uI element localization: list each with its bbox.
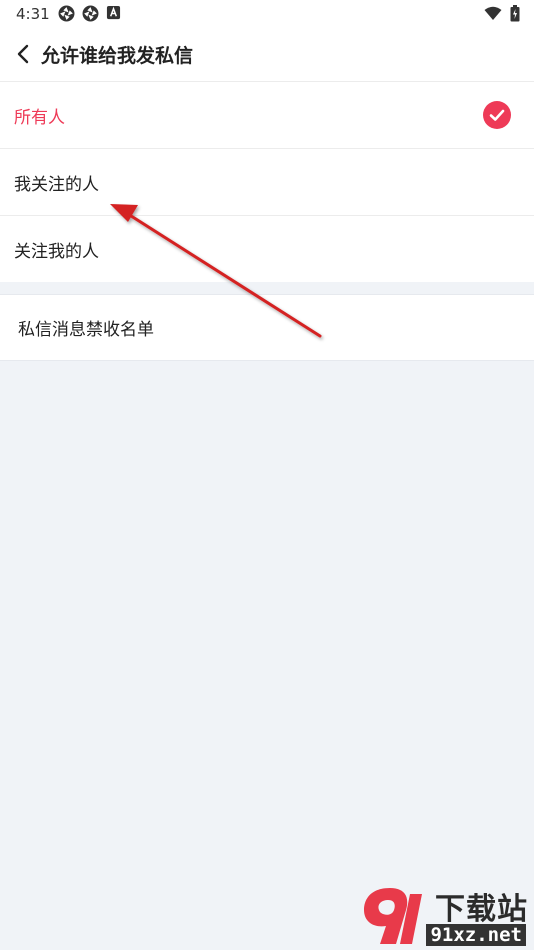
battery-icon: [510, 5, 520, 22]
status-time: 4:31: [16, 5, 50, 23]
option-everyone[interactable]: 所有人: [0, 82, 534, 149]
option-label: 我关注的人: [14, 174, 99, 195]
notification-app-icon: [58, 5, 75, 22]
notification-app-icon: [82, 5, 99, 22]
site-logo-icon: [364, 888, 422, 944]
option-my-followers[interactable]: 关注我的人: [0, 216, 534, 282]
permission-options: 所有人 我关注的人 关注我的人: [0, 82, 534, 282]
watermark-domain: 91xz.net: [426, 924, 526, 946]
notification-icons: [58, 5, 121, 22]
blocklist-label: 私信消息禁收名单: [18, 320, 154, 340]
status-bar: 4:31: [0, 0, 534, 28]
option-label: 关注我的人: [14, 241, 99, 262]
page-title: 允许谁给我发私信: [41, 45, 194, 67]
notification-a-icon: [106, 5, 121, 20]
watermark-brand: 下载站: [435, 892, 528, 927]
app-bar: 允许谁给我发私信: [0, 28, 534, 82]
system-icons: [484, 5, 520, 22]
wifi-icon: [484, 6, 502, 20]
option-label: 所有人: [14, 107, 65, 128]
blocklist-row[interactable]: 私信消息禁收名单: [0, 294, 534, 361]
watermark: 下载站 91xz.net: [360, 884, 530, 948]
check-icon: [483, 101, 511, 129]
back-arrow-icon[interactable]: [10, 40, 38, 68]
option-people-i-follow[interactable]: 我关注的人: [0, 149, 534, 216]
